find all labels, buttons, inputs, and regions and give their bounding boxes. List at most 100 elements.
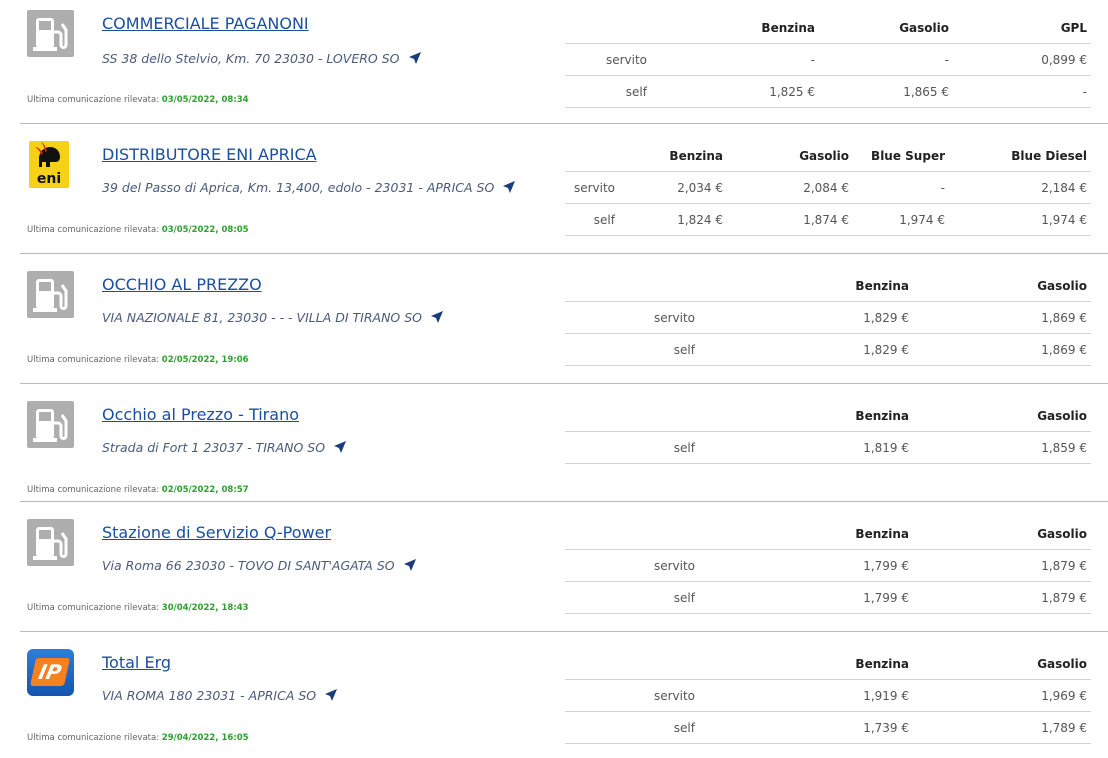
fuel-header: Gasolio	[799, 149, 849, 163]
mode-header	[565, 649, 735, 680]
eni-logo: eni	[29, 141, 69, 188]
fuel-header: Benzina	[855, 657, 909, 671]
fuel-header: Gasolio	[899, 21, 949, 35]
station-name-link[interactable]: Stazione di Servizio Q-Power	[102, 523, 331, 542]
price-cell: 1,789 €	[913, 711, 1091, 744]
station-address: VIA ROMA 180 23031 - APRICA SO	[102, 688, 338, 703]
price-cell: 1,974 €	[853, 203, 949, 236]
station-address: SS 38 dello Stelvio, Km. 70 23030 - LOVE…	[102, 51, 422, 66]
mode-header	[565, 271, 735, 302]
price-cell: 1,799 €	[735, 581, 913, 614]
last-update-label: Ultima comunicazione rilevata:	[27, 225, 162, 235]
price-header-row: Benzina Gasolio	[565, 271, 1091, 302]
price-cell: 1,819 €	[735, 431, 913, 464]
price-header-row: Benzina Gasolio GPL	[565, 13, 1091, 44]
price-table: Benzina Gasolio servito 1,829 €1,869 € self 1…	[565, 271, 1091, 366]
fuel-header: Gasolio	[1037, 527, 1087, 541]
service-mode: self	[565, 75, 687, 108]
price-header-row: Benzina Gasolio	[565, 649, 1091, 680]
station-card: eni DISTRIBUTORE ENI APRICA 39 del Passo d…	[20, 124, 1108, 254]
price-cell: 2,084 €	[727, 171, 853, 204]
price-row: servito 1,919 €1,969 €	[565, 679, 1091, 712]
price-cell: -	[687, 43, 819, 76]
price-table: Benzina Gasolio servito 1,919 €1,969 € self 1…	[565, 649, 1091, 744]
fuel-header: Benzina	[855, 409, 909, 423]
price-cell: 1,969 €	[913, 679, 1091, 712]
ip-logo-text: IP	[30, 658, 70, 686]
navigate-icon[interactable]	[333, 440, 347, 454]
station-card: COMMERCIALE PAGANONI SS 38 dello Stelvio,…	[20, 0, 1108, 124]
station-name-link[interactable]: OCCHIO AL PREZZO	[102, 275, 262, 294]
price-table: Benzina Gasolio Blue Super Blue Diesel servi…	[565, 141, 1091, 236]
price-cell: -	[819, 43, 953, 76]
price-header-row: Benzina Gasolio Blue Super Blue Diesel	[565, 141, 1091, 172]
mode-header	[565, 401, 735, 432]
svg-text:eni: eni	[37, 171, 61, 187]
last-update-label: Ultima comunicazione rilevata:	[27, 95, 162, 105]
price-cell: 2,034 €	[635, 171, 727, 204]
navigate-icon[interactable]	[502, 180, 516, 194]
price-row: self 1,799 €1,879 €	[565, 581, 1091, 614]
station-address: 39 del Passo di Aprica, Km. 13,400, edol…	[102, 180, 516, 195]
price-cell: 1,879 €	[913, 549, 1091, 582]
station-list: COMMERCIALE PAGANONI SS 38 dello Stelvio,…	[0, 0, 1108, 757]
station-card: OCCHIO AL PREZZO VIA NAZIONALE 81, 23030 …	[20, 254, 1108, 384]
fuel-header: Gasolio	[1037, 279, 1087, 293]
ip-logo: IP	[27, 649, 74, 696]
station-name-link[interactable]: Total Erg	[102, 653, 171, 672]
fuel-header: Blue Super	[871, 149, 945, 163]
price-cell: 2,184 €	[949, 171, 1091, 204]
price-cell: 1,879 €	[913, 581, 1091, 614]
price-cell: -	[953, 75, 1091, 108]
last-update-label: Ultima comunicazione rilevata:	[27, 485, 162, 495]
station-name-link[interactable]: COMMERCIALE PAGANONI	[102, 14, 309, 33]
navigate-icon[interactable]	[430, 310, 444, 324]
station-card: IP Total Erg VIA ROMA 180 23031 - APRICA S…	[20, 632, 1108, 757]
price-cell: 1,739 €	[735, 711, 913, 744]
fuel-header: Blue Diesel	[1011, 149, 1087, 163]
service-mode: self	[565, 333, 735, 366]
price-cell: 1,829 €	[735, 333, 913, 366]
fuel-header: Gasolio	[1037, 657, 1087, 671]
price-row: servito 2,034 €2,084 € -2,184 €	[565, 171, 1091, 204]
mode-header	[565, 141, 635, 172]
last-update-label: Ultima comunicazione rilevata:	[27, 355, 162, 365]
price-cell: 1,824 €	[635, 203, 727, 236]
last-update-date: 02/05/2022, 19:06	[161, 355, 249, 365]
fuel-pump-icon	[27, 519, 74, 566]
service-mode: self	[565, 431, 735, 464]
price-row: self 1,819 €1,859 €	[565, 431, 1091, 464]
price-row: self 1,824 €1,874 €1,974 €1,974 €	[565, 203, 1091, 236]
price-cell: 1,974 €	[949, 203, 1091, 236]
price-cell: 1,865 €	[819, 75, 953, 108]
fuel-header: Gasolio	[1037, 409, 1087, 423]
price-cell: -	[853, 171, 949, 204]
mode-header	[565, 519, 735, 550]
price-row: servito 1,829 €1,869 €	[565, 301, 1091, 334]
price-cell: 1,825 €	[687, 75, 819, 108]
fuel-pump-icon	[27, 10, 74, 57]
address-text: SS 38 dello Stelvio, Km. 70 23030 - LOVE…	[102, 51, 400, 66]
station-name-link[interactable]: DISTRIBUTORE ENI APRICA	[102, 145, 317, 164]
navigate-icon[interactable]	[408, 51, 422, 65]
address-text: VIA NAZIONALE 81, 23030 - - - VILLA DI T…	[102, 310, 423, 325]
fuel-header: Benzina	[761, 21, 815, 35]
last-update: Ultima comunicazione rilevata: 03/05/202…	[27, 225, 249, 235]
address-text: Strada di Fort 1 23037 - TIRANO SO	[102, 440, 326, 455]
last-update: Ultima comunicazione rilevata: 29/04/202…	[27, 733, 249, 743]
fuel-header: Benzina	[855, 279, 909, 293]
fuel-pump-icon	[27, 271, 74, 318]
last-update: Ultima comunicazione rilevata: 02/05/202…	[27, 485, 249, 495]
price-cell: 1,919 €	[735, 679, 913, 712]
navigate-icon[interactable]	[324, 688, 338, 702]
price-header-row: Benzina Gasolio	[565, 401, 1091, 432]
navigate-icon[interactable]	[403, 558, 417, 572]
fuel-header: Benzina	[855, 527, 909, 541]
service-mode: self	[565, 711, 735, 744]
fuel-header: GPL	[1060, 21, 1087, 35]
station-card: Occhio al Prezzo - Tirano Strada di Fort …	[20, 384, 1108, 502]
price-cell: 1,859 €	[913, 431, 1091, 464]
service-mode: servito	[565, 549, 735, 582]
price-cell: 1,869 €	[913, 301, 1091, 334]
station-name-link[interactable]: Occhio al Prezzo - Tirano	[102, 405, 299, 424]
